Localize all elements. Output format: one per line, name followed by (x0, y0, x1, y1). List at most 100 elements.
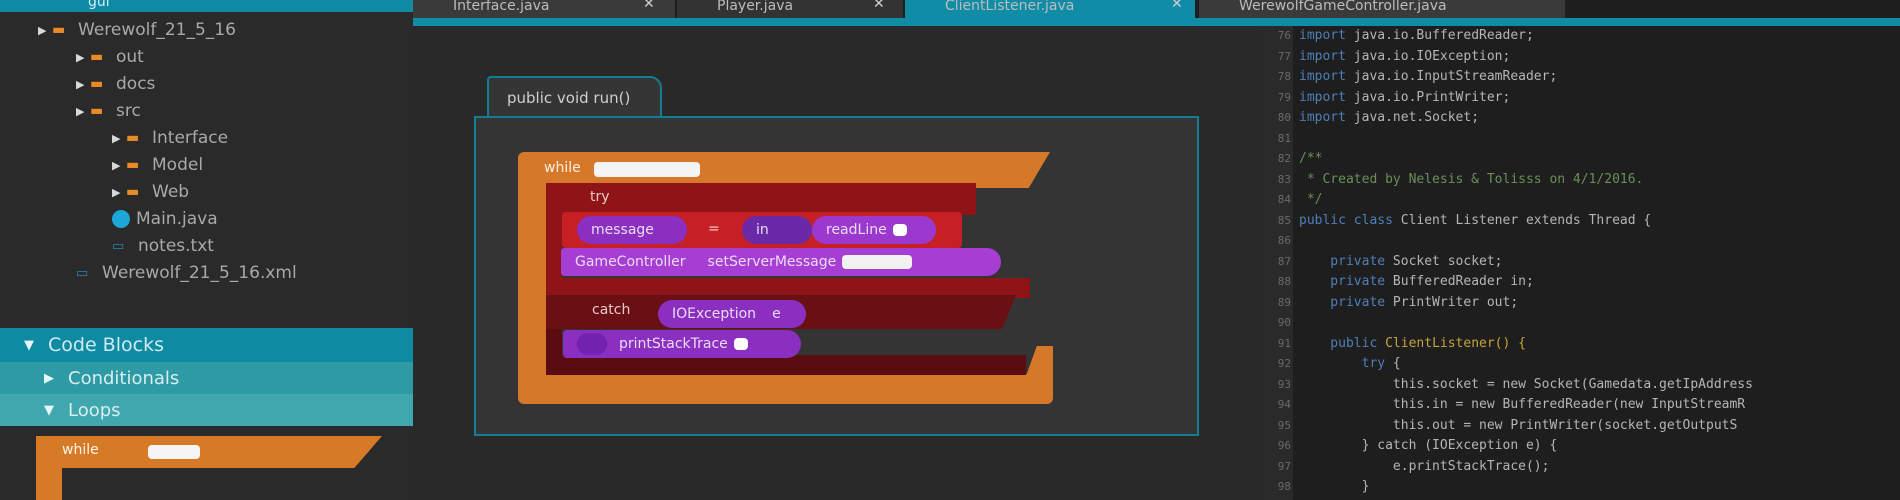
variable-message[interactable]: message (577, 216, 687, 244)
print-stack-trace-call[interactable]: printStackTrace (563, 330, 801, 358)
code-keyword: public (1299, 335, 1378, 351)
tree-node[interactable]: ▶ ▬ Model (112, 153, 203, 177)
text-file-icon: ▭ (112, 238, 125, 254)
line-number: 81 (1277, 131, 1291, 145)
while-label: while (544, 160, 581, 176)
folder-icon: ▬ (126, 184, 140, 200)
code-line: /** (1299, 151, 1322, 166)
line-number: 85 (1277, 213, 1291, 227)
expand-arrow-icon[interactable]: ▶ (112, 159, 126, 172)
tree-node[interactable]: ▶ ▬ Interface (112, 126, 228, 150)
tree-node[interactable]: ▶ ▬ Web (112, 180, 189, 204)
line-number: 97 (1277, 459, 1291, 473)
tree-node-label: Werewolf_21_5_16.xml (102, 263, 297, 283)
java-file-icon (112, 210, 130, 228)
tab-interface[interactable]: Interface.java ✕ (413, 0, 675, 18)
print-stack-trace-label: printStackTrace (619, 336, 728, 352)
project-tree-header[interactable]: gui (0, 0, 413, 12)
exception-var-ref[interactable] (577, 333, 607, 355)
line-number: 83 (1277, 172, 1291, 186)
tree-node[interactable]: ▶ ▬ src (76, 99, 141, 123)
line-number: 93 (1277, 377, 1291, 391)
expand-arrow-icon[interactable]: ▶ (76, 78, 90, 91)
code-keyword: try (1299, 356, 1386, 371)
tab-werewolf-game-controller-label: WerewolfGameController.java (1239, 0, 1447, 14)
tree-node[interactable]: ▶ ▬ Werewolf_21_5_16 (38, 18, 236, 42)
folder-icon: ▬ (90, 103, 104, 119)
code-text: * Created by Nelesis & Tolisss on 4/1/20… (1299, 171, 1644, 187)
try-block[interactable]: try (546, 183, 976, 215)
code-blocks-header[interactable]: ▼ Code Blocks (0, 328, 413, 362)
code-text: } catch (IOException e) { (1299, 438, 1558, 453)
while-condition-slot[interactable] (594, 162, 700, 177)
tab-werewolf-game-controller[interactable]: WerewolfGameController.java (1199, 0, 1565, 18)
catch-label: catch (592, 302, 631, 318)
code-view[interactable]: 76 77 78 79 80 81 82 83 84 85 86 87 88 89 90 91 92 93 94 95… (1259, 26, 1900, 500)
palette-while-condition-slot[interactable] (148, 445, 200, 459)
left-panel: gui ▶ ▬ Werewolf_21_5_16 ▶ ▬ out ▶ ▬ docs ▶ ▬ src ▶ ▬… (0, 0, 413, 500)
category-conditionals-label: Conditionals (68, 367, 180, 389)
expand-arrow-icon[interactable]: ▶ (112, 186, 126, 199)
expand-down-icon: ▼ (24, 337, 34, 353)
code-keyword: private (1299, 253, 1386, 269)
code-keyword: import (1299, 48, 1346, 64)
argument-slot[interactable] (892, 224, 907, 236)
code-text: { (1392, 356, 1401, 371)
exception-type-label: IOException (672, 306, 757, 322)
tree-node[interactable]: ▶ ▬ docs (76, 72, 155, 96)
code-text: e.printStackTrace(); (1299, 458, 1550, 474)
close-icon[interactable]: ✕ (873, 0, 885, 12)
exception-type[interactable]: IOException e (658, 300, 806, 328)
line-number: 96 (1277, 439, 1291, 452)
code-line: * Created by Nelesis & Tolisss on 4/1/20… (1299, 171, 1644, 187)
code-line: public ClientListener() { (1299, 336, 1526, 351)
close-icon[interactable]: ✕ (643, 0, 655, 12)
code-text: java.io.IOException; (1353, 48, 1511, 64)
code-line: } catch (IOException e) { (1299, 438, 1558, 453)
code-text: java.io.BufferedReader; (1353, 28, 1534, 43)
close-icon[interactable]: ✕ (1171, 0, 1183, 12)
while-block-bottom (518, 374, 1053, 404)
argument-slot[interactable] (842, 255, 913, 269)
tree-node-label: out (116, 47, 144, 67)
tab-client-listener[interactable]: ClientListener.java ✕ (905, 0, 1195, 18)
method-header-tab[interactable]: public void run() (487, 76, 662, 118)
code-line: import java.net.Socket; (1299, 110, 1479, 125)
expand-arrow-icon[interactable]: ▶ (38, 24, 52, 37)
method-signature: public void run() (507, 89, 631, 107)
expand-arrow-icon[interactable]: ▶ (76, 51, 90, 64)
code-line: */ (1299, 192, 1323, 207)
code-line: this.out = new PrintWriter(socket.getOut… (1299, 418, 1737, 433)
line-number: 82 (1277, 152, 1291, 165)
object-in[interactable]: in (742, 216, 812, 244)
tree-node[interactable]: ▭ notes.txt (112, 234, 214, 258)
code-text: ClientListener() { (1385, 335, 1526, 351)
expand-arrow-icon[interactable]: ▶ (112, 132, 126, 145)
category-conditionals[interactable]: ▶ Conditionals (0, 362, 413, 394)
tree-node[interactable]: ▶ ▬ out (76, 45, 144, 69)
method-readline[interactable]: readLine (812, 216, 936, 244)
tree-node[interactable]: Main.java (112, 207, 218, 231)
line-number: 79 (1277, 90, 1291, 104)
code-text: java.net.Socket; (1353, 110, 1480, 125)
code-line: this.socket = new Socket(Gamedata.getIpA… (1299, 377, 1753, 392)
tree-node-label: Werewolf_21_5_16 (78, 20, 236, 40)
tree-node-label: notes.txt (138, 236, 214, 256)
code-text: this.in = new BufferedReader(new InputSt… (1299, 397, 1746, 412)
code-text: java.io.InputStreamReader; (1353, 69, 1558, 84)
line-number: 77 (1277, 49, 1291, 63)
while-block-arm (518, 188, 546, 374)
tab-client-listener-label: ClientListener.java (945, 0, 1075, 14)
tree-node-label: Main.java (136, 209, 218, 229)
tab-player[interactable]: Player.java ✕ (677, 0, 903, 18)
argument-slot[interactable] (733, 338, 748, 350)
game-controller-label: GameController (575, 254, 686, 270)
expand-arrow-icon[interactable]: ▶ (76, 105, 90, 118)
folder-icon: ▬ (126, 130, 140, 146)
palette-while-block[interactable]: while (36, 436, 382, 468)
category-loops[interactable]: ▼ Loops (0, 394, 413, 426)
catch-block-bottom (546, 355, 1026, 375)
folder-icon: ▬ (52, 22, 66, 38)
tree-node[interactable]: ▭ Werewolf_21_5_16.xml (76, 261, 297, 285)
game-controller-call[interactable]: GameController setServerMessage (561, 248, 1001, 276)
